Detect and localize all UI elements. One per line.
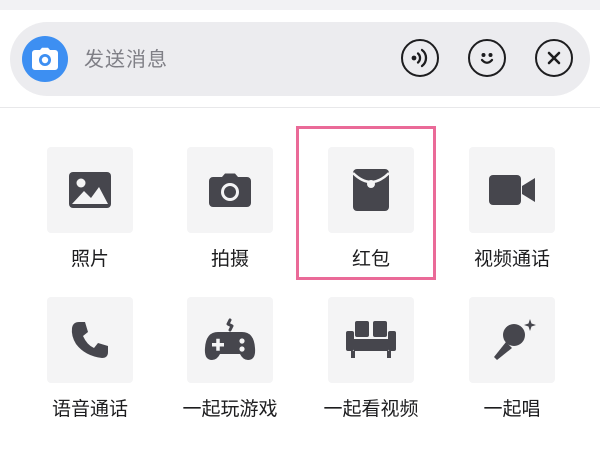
panel-item-label: 一起看视频 [323,398,419,420]
emoji-button[interactable] [468,39,506,77]
sing-together-tile[interactable] [469,297,555,383]
divider [0,107,600,108]
panel-item-label: 视频通话 [473,248,550,270]
video-call-icon [489,175,535,205]
top-strip [0,0,600,10]
watch-video-tile[interactable] [328,297,414,383]
smiley-icon [480,53,494,64]
camera-button[interactable] [22,36,68,82]
panel-item-label: 照片 [70,248,109,270]
video-call-tile[interactable] [469,147,555,233]
close-button[interactable] [535,39,573,77]
panel-item-label: 拍摄 [210,248,249,270]
panel-item-label: 语音通话 [51,398,128,420]
photo-tile[interactable] [47,147,133,233]
microphone-icon [494,319,536,360]
panel-item-play-game[interactable]: 一起玩游戏 [170,297,290,437]
message-input[interactable]: 发送消息 [84,44,168,74]
camera-icon [32,47,58,70]
panel-item-shoot[interactable]: 拍摄 [170,147,290,287]
close-circle-icon [547,51,561,65]
camera-shoot-icon [209,173,251,207]
panel-item-label: 一起唱 [483,398,541,420]
play-game-tile[interactable] [187,297,273,383]
sofa-icon [346,321,396,358]
photo-icon [69,172,111,208]
voice-wave-icon [411,48,428,68]
phone-icon [71,322,108,358]
panel-item-video-call[interactable]: 视频通话 [452,147,572,287]
voice-button[interactable] [401,39,439,77]
panel-item-watch-video[interactable]: 一起看视频 [311,297,431,437]
panel-item-voice-call[interactable]: 语音通话 [30,297,150,437]
panel-item-label: 一起玩游戏 [182,398,278,420]
gamepad-icon [204,318,256,360]
panel-item-photo[interactable]: 照片 [30,147,150,287]
voice-call-tile[interactable] [47,297,133,383]
shoot-tile[interactable] [187,147,273,233]
highlight-box [296,126,436,280]
message-input-bar: 发送消息 [10,22,590,96]
panel-item-sing-together[interactable]: 一起唱 [452,297,572,437]
